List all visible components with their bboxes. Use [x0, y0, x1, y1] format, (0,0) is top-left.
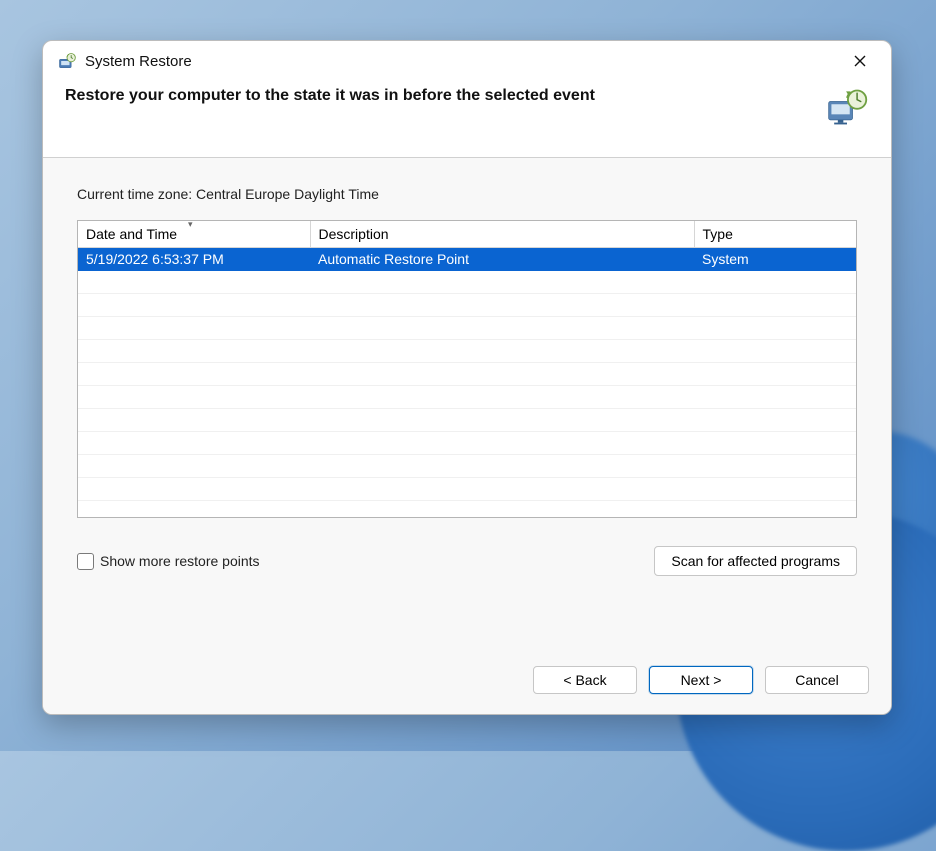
close-icon	[854, 55, 866, 67]
restore-points-table[interactable]: Date and Time ▾ Description Type 5/19/20…	[77, 220, 857, 518]
table-row-empty	[78, 362, 856, 385]
table-row-empty	[78, 385, 856, 408]
table-row-empty	[78, 270, 856, 293]
column-header-type[interactable]: Type	[694, 221, 856, 247]
system-restore-icon	[57, 51, 77, 71]
header-section: Restore your computer to the state it wa…	[43, 81, 891, 158]
column-header-label: Date and Time	[86, 226, 177, 242]
wizard-footer: < Back Next > Cancel	[43, 650, 891, 714]
table-row[interactable]: 5/19/2022 6:53:37 PM Automatic Restore P…	[78, 247, 856, 270]
sort-indicator-icon: ▾	[188, 220, 193, 230]
column-header-description[interactable]: Description	[310, 221, 694, 247]
close-button[interactable]	[837, 45, 883, 77]
table-header-row: Date and Time ▾ Description Type	[78, 221, 856, 247]
page-heading: Restore your computer to the state it wa…	[65, 87, 813, 105]
system-restore-large-icon	[825, 87, 869, 127]
table-row-empty	[78, 454, 856, 477]
column-header-date[interactable]: Date and Time ▾	[78, 221, 310, 247]
table-row-empty	[78, 477, 856, 500]
timezone-label: Current time zone: Central Europe Daylig…	[77, 186, 857, 202]
back-button[interactable]: < Back	[533, 666, 637, 694]
body-section: Current time zone: Central Europe Daylig…	[43, 158, 891, 650]
cancel-button[interactable]: Cancel	[765, 666, 869, 694]
window-title: System Restore	[85, 53, 192, 70]
checkbox-icon	[77, 553, 94, 570]
table-row-empty	[78, 431, 856, 454]
show-more-label: Show more restore points	[100, 553, 260, 569]
system-restore-dialog: System Restore Restore your computer to …	[42, 40, 892, 715]
cell-date: 5/19/2022 6:53:37 PM	[78, 247, 310, 270]
table-row-empty	[78, 316, 856, 339]
titlebar: System Restore	[43, 41, 891, 81]
show-more-checkbox[interactable]: Show more restore points	[77, 553, 260, 570]
table-row-empty	[78, 408, 856, 431]
cell-type: System	[694, 247, 856, 270]
cell-description: Automatic Restore Point	[310, 247, 694, 270]
table-row-empty	[78, 339, 856, 362]
next-button[interactable]: Next >	[649, 666, 753, 694]
below-table-row: Show more restore points Scan for affect…	[77, 546, 857, 576]
scan-affected-button[interactable]: Scan for affected programs	[654, 546, 857, 576]
table-row-empty	[78, 293, 856, 316]
